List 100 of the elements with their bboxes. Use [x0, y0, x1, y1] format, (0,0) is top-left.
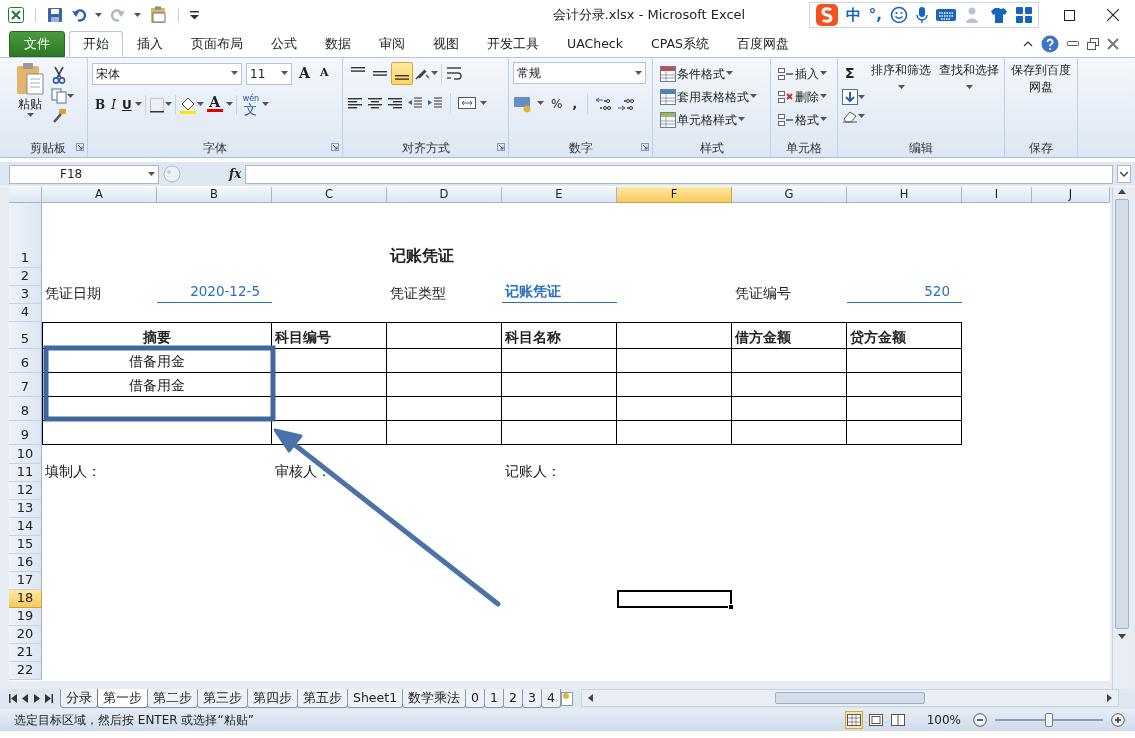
row-header[interactable]: 10 — [9, 445, 42, 464]
undo-icon[interactable] — [71, 7, 87, 23]
insert-cells-button[interactable]: 插入 — [775, 62, 833, 85]
sheet-tab[interactable]: 1 — [484, 689, 504, 708]
row-header[interactable]: 1 — [9, 203, 42, 268]
eraser-icon[interactable] — [842, 109, 858, 123]
row-header[interactable]: 3 — [9, 286, 42, 304]
fill-down-icon[interactable] — [842, 89, 858, 105]
font-name-dropdown[interactable]: 宋体 — [92, 62, 242, 85]
ribbon-tab[interactable]: 开发工具 — [473, 31, 553, 57]
restore-window-icon[interactable] — [1087, 37, 1099, 50]
sheet-tab[interactable]: 2 — [503, 689, 523, 708]
formula-input[interactable] — [245, 164, 1113, 184]
dialog-launcher-icon[interactable] — [76, 143, 84, 151]
grid-apps-icon[interactable] — [1016, 7, 1032, 23]
row-header[interactable]: 2 — [9, 268, 42, 286]
vertical-scrollbar[interactable] — [1112, 187, 1130, 689]
increase-decimal-icon[interactable] — [594, 95, 613, 112]
sheet-tab[interactable]: 第三步 — [197, 689, 248, 708]
wrap-text-icon[interactable] — [445, 64, 463, 83]
shirt-icon[interactable] — [990, 6, 1008, 24]
column-header[interactable]: I — [962, 187, 1032, 203]
first-sheet-icon[interactable] — [9, 693, 18, 703]
ribbon-tab[interactable]: 插入 — [123, 31, 177, 57]
copy-icon[interactable] — [51, 88, 67, 104]
row-header[interactable]: 14 — [9, 518, 42, 536]
row-header[interactable]: 8 — [9, 397, 42, 421]
ribbon-tab[interactable]: 数据 — [311, 31, 365, 57]
conditional-formatting-button[interactable]: 条件格式 — [657, 62, 766, 85]
previous-sheet-icon[interactable] — [22, 693, 29, 703]
column-header[interactable]: A — [42, 187, 157, 203]
sheet-tab[interactable]: 数学乘法 — [402, 689, 467, 708]
row-header[interactable]: 17 — [9, 572, 42, 590]
normal-view-button[interactable] — [844, 711, 863, 729]
microphone-icon[interactable] — [916, 6, 928, 24]
autosum-button[interactable]: Σ — [842, 62, 865, 85]
file-tab[interactable]: 文件 — [9, 31, 65, 57]
sheet-tab[interactable]: 第五步 — [297, 689, 348, 708]
dialog-launcher-icon[interactable] — [331, 143, 339, 151]
row-header[interactable]: 7 — [9, 373, 42, 397]
column-header[interactable]: G — [732, 187, 847, 203]
sheet-tab[interactable]: 3 — [521, 689, 542, 708]
column-header[interactable]: C — [272, 187, 387, 203]
minimize-window-icon[interactable] — [1067, 40, 1079, 47]
close-workbook-icon[interactable] — [1107, 37, 1119, 50]
insert-sheet-icon[interactable] — [560, 689, 573, 707]
underline-button[interactable]: U — [118, 93, 135, 116]
ribbon-tab[interactable]: 页面布局 — [177, 31, 257, 57]
column-header[interactable]: H — [847, 187, 962, 203]
sheet-tab[interactable]: 4 — [540, 689, 561, 708]
ribbon-tab[interactable]: 开始 — [69, 31, 123, 57]
row-header[interactable]: 22 — [9, 662, 42, 680]
phonetic-guide-button[interactable]: wén 文 — [239, 93, 263, 116]
punctuation-toggle[interactable]: °, — [868, 3, 882, 27]
row-header[interactable]: 11 — [9, 464, 42, 482]
scroll-thumb[interactable] — [1114, 199, 1129, 629]
column-header[interactable]: F — [617, 187, 732, 203]
sheet-tab[interactable]: 第一步 — [97, 689, 148, 708]
input-mode-toggle[interactable]: 中 — [845, 3, 861, 27]
ribbon-tab[interactable]: 审阅 — [365, 31, 419, 57]
row-header[interactable]: 13 — [9, 500, 42, 518]
column-header[interactable]: J — [1032, 187, 1110, 203]
column-header[interactable]: D — [387, 187, 502, 203]
ribbon-tab[interactable]: 百度网盘 — [722, 31, 803, 57]
paste-button[interactable]: 粘贴 — [13, 62, 47, 124]
column-header[interactable]: E — [502, 187, 617, 203]
insert-function-button[interactable]: fx — [229, 165, 242, 183]
font-size-dropdown[interactable]: 11 — [246, 62, 292, 85]
expand-formula-icon[interactable] — [1117, 165, 1131, 183]
fill-handle[interactable] — [728, 604, 734, 610]
format-cells-button[interactable]: 格式 — [775, 108, 833, 131]
row-header[interactable]: 15 — [9, 536, 42, 554]
row-header[interactable]: 18 — [9, 590, 42, 608]
increase-indent-icon[interactable] — [427, 95, 443, 111]
fill-color-icon[interactable] — [178, 95, 197, 114]
help-icon[interactable] — [1041, 34, 1059, 53]
scissors-icon[interactable] — [51, 66, 67, 84]
row-header[interactable]: 21 — [9, 644, 42, 662]
font-color-button[interactable]: A — [203, 93, 226, 116]
save-icon[interactable] — [47, 7, 63, 23]
row-header[interactable]: 6 — [9, 349, 42, 373]
dialog-launcher-icon[interactable] — [497, 143, 505, 151]
number-format-dropdown[interactable]: 常规 — [513, 62, 646, 84]
format-as-table-button[interactable]: 套用表格格式 — [657, 85, 766, 108]
row-header[interactable]: 4 — [9, 304, 42, 322]
scroll-thumb[interactable] — [774, 692, 925, 704]
ribbon-tab[interactable]: CPAS系统 — [636, 31, 723, 57]
dialog-launcher-icon[interactable] — [641, 143, 649, 151]
borders-icon[interactable] — [148, 96, 165, 113]
row-header[interactable]: 20 — [9, 626, 42, 644]
page-break-view-button[interactable] — [888, 711, 907, 729]
decrease-indent-icon[interactable] — [407, 95, 423, 111]
sheet-tab[interactable]: Sheet1 — [347, 689, 404, 708]
row-header[interactable]: 9 — [9, 421, 42, 445]
keyboard-icon[interactable] — [936, 8, 956, 22]
slider-thumb[interactable] — [1045, 713, 1053, 727]
ribbon-tab[interactable]: UACheck — [553, 31, 637, 57]
grow-font-button[interactable]: A — [296, 62, 313, 85]
bold-button[interactable]: B — [92, 93, 109, 116]
collapse-ribbon-icon[interactable] — [1023, 40, 1033, 47]
